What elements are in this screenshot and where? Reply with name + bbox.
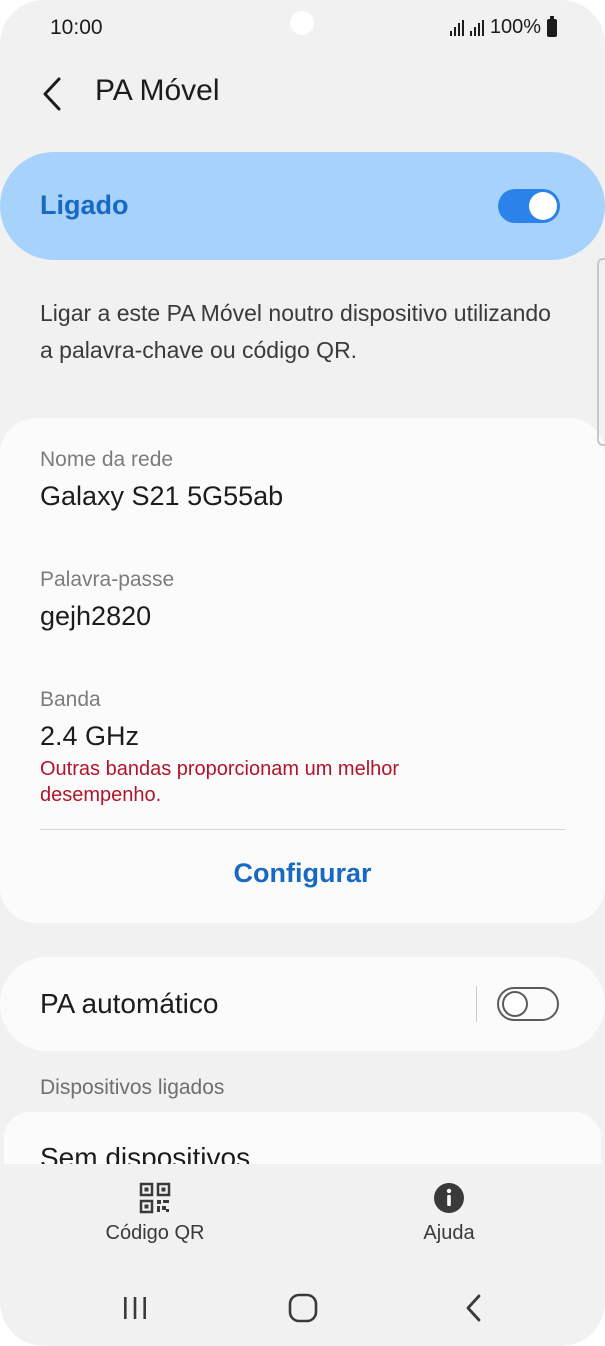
help-label: Ajuda: [423, 1222, 475, 1244]
back-arrow-icon[interactable]: [32, 72, 72, 116]
home-icon[interactable]: [283, 1290, 323, 1326]
auto-hotspot-label: PA automático: [40, 988, 219, 1019]
battery-icon: [547, 15, 557, 37]
connected-devices-card: Sem dispositivos: [4, 1112, 601, 1164]
camera-cutout: [290, 11, 314, 35]
phone-screen: 10:00 100% PA Móvel Ligado Ligar a este …: [0, 0, 605, 1346]
connected-devices-header: Dispositivos ligados: [40, 1076, 225, 1099]
signal-icon-2: [469, 19, 484, 36]
band-label: Banda: [40, 688, 101, 711]
status-bar: 10:00 100%: [0, 0, 605, 56]
toggle-knob: [529, 192, 557, 220]
divider: [40, 829, 565, 830]
app-header: PA Móvel: [0, 62, 605, 126]
back-nav-icon[interactable]: [454, 1290, 494, 1326]
no-devices-text: Sem dispositivos: [40, 1142, 251, 1164]
system-nav-bar: [0, 1270, 605, 1346]
help-button[interactable]: Ajuda: [369, 1182, 529, 1245]
network-info-card: Nome da rede Galaxy S21 5G55ab Palavra-p…: [0, 418, 605, 923]
page-title: PA Móvel: [95, 74, 220, 107]
configure-button[interactable]: Configurar: [0, 858, 605, 889]
password-value: gejh2820: [40, 601, 152, 631]
auto-hotspot-row[interactable]: PA automático: [0, 957, 605, 1051]
scrollbar[interactable]: [597, 258, 605, 446]
master-toggle[interactable]: [498, 189, 560, 223]
qr-code-button[interactable]: Código QR: [75, 1182, 235, 1245]
battery-text: 100%: [489, 16, 541, 38]
info-icon: [434, 1183, 464, 1213]
master-switch-card[interactable]: Ligado: [0, 152, 605, 260]
signal-icon: [449, 19, 464, 36]
band-warning: Outras bandas proporcionam um melhor des…: [40, 758, 400, 806]
qr-code-label: Código QR: [105, 1222, 205, 1244]
status-right: 100%: [449, 15, 557, 39]
recents-icon[interactable]: [115, 1290, 155, 1326]
network-name-label: Nome da rede: [40, 448, 174, 471]
bottom-action-bar: Código QR Ajuda: [0, 1164, 605, 1260]
toggle-knob: [502, 991, 528, 1017]
master-switch-label: Ligado: [40, 190, 129, 220]
network-name-value: Galaxy S21 5G55ab: [40, 481, 284, 511]
password-label: Palavra-passe: [40, 568, 175, 591]
band-value: 2.4 GHz: [40, 721, 140, 751]
qr-code-icon: [139, 1182, 171, 1214]
auto-hotspot-toggle[interactable]: [497, 987, 559, 1021]
status-time: 10:00: [50, 16, 103, 39]
hotspot-description: Ligar a este PA Móvel noutro dispositivo…: [40, 300, 551, 363]
vertical-divider: [476, 986, 477, 1022]
